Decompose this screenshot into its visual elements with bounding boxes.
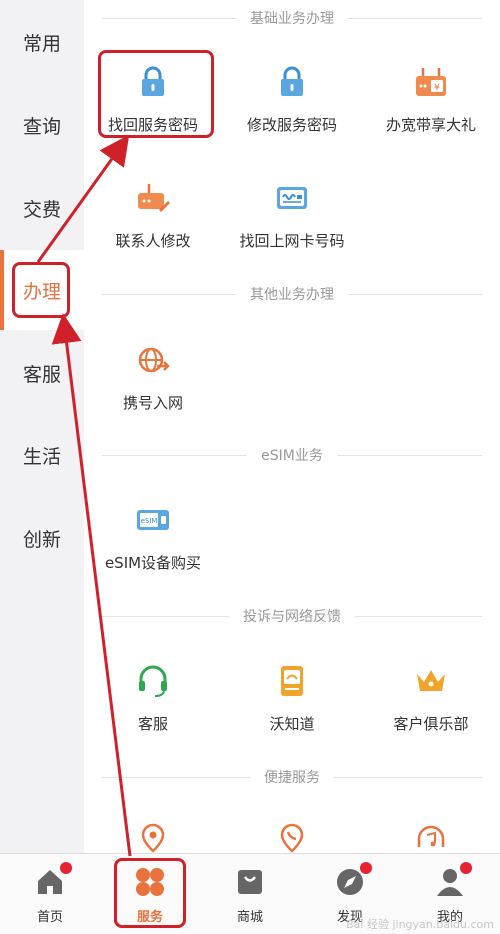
svg-text:¥: ¥ bbox=[434, 83, 440, 93]
customer-club-item[interactable]: 客户俱乐部 bbox=[362, 663, 500, 763]
change-password-item[interactable]: 修改服务密码 bbox=[223, 64, 361, 164]
tab-label: 首页 bbox=[36, 910, 63, 925]
section-title-other: 其他业务办理 bbox=[102, 282, 482, 306]
sidebar-item-label: 查询 bbox=[22, 115, 61, 138]
section-title-esim: eSIM业务 bbox=[102, 443, 482, 467]
headset-icon bbox=[139, 665, 167, 697]
item-label: 客服 bbox=[137, 715, 168, 733]
contact-edit-item[interactable]: 联系人修改 bbox=[84, 180, 222, 280]
tab-label: 商城 bbox=[236, 910, 263, 925]
esim-device-purchase-item[interactable]: eSIM eSIM设备购买 bbox=[84, 502, 222, 602]
notification-badge bbox=[360, 862, 372, 874]
tab-service[interactable]: 服务 bbox=[100, 854, 200, 934]
service-grid-icon bbox=[136, 868, 164, 896]
sidebar-item-payment[interactable]: 交费 bbox=[0, 168, 84, 248]
router-edit-icon bbox=[138, 184, 170, 212]
sidebar-item-handle[interactable]: 办理 bbox=[0, 250, 84, 330]
crown-icon bbox=[417, 670, 445, 691]
bottom-tab-bar: 首页 服务 商城 发现 我的 Bai 经验 jingyan.baidu.com bbox=[0, 853, 500, 934]
esim-card-icon: eSIM bbox=[137, 510, 169, 530]
item-label: 办宽带享大礼 bbox=[385, 116, 476, 134]
broadband-gift-item[interactable]: ¥ 办宽带享大礼 bbox=[362, 64, 500, 164]
sidebar-item-label: 创新 bbox=[22, 528, 61, 551]
document-icon bbox=[281, 666, 303, 696]
tab-mall[interactable]: 商城 bbox=[200, 854, 300, 934]
section-title-quick: 便捷服务 bbox=[102, 765, 482, 789]
wo-know-item[interactable]: 沃知道 bbox=[223, 663, 361, 763]
recover-password-item[interactable]: 找回服务密码 bbox=[84, 64, 222, 164]
item-label: 找回服务密码 bbox=[107, 116, 198, 134]
sidebar-item-life[interactable]: 生活 bbox=[0, 415, 84, 495]
sidebar-item-common[interactable]: 常用 bbox=[0, 2, 84, 82]
item-label: 沃知道 bbox=[269, 715, 315, 733]
item-label: 找回上网卡号码 bbox=[239, 232, 345, 250]
router-gift-icon: ¥ bbox=[416, 68, 446, 96]
shopping-bag-icon bbox=[238, 870, 262, 894]
tab-home[interactable]: 首页 bbox=[0, 854, 100, 934]
music-headphone-icon[interactable] bbox=[413, 823, 449, 853]
item-label: 联系人修改 bbox=[115, 232, 191, 250]
sidebar-item-label: 办理 bbox=[22, 280, 61, 303]
sidebar-item-label: 常用 bbox=[22, 32, 61, 55]
tab-label: 服务 bbox=[136, 910, 163, 925]
watermark: Bai 经验 jingyan.baidu.com bbox=[346, 918, 494, 931]
notification-badge bbox=[60, 862, 72, 874]
customer-service-item[interactable]: 客服 bbox=[84, 663, 222, 763]
sidebar-item-query[interactable]: 查询 bbox=[0, 85, 84, 165]
sidebar-item-label: 客服 bbox=[22, 363, 61, 386]
svg-text:eSIM: eSIM bbox=[141, 517, 158, 525]
item-label: eSIM设备购买 bbox=[104, 554, 202, 572]
recover-datacard-number-item[interactable]: 找回上网卡号码 bbox=[223, 180, 361, 280]
number-portability-item[interactable]: 携号入网 bbox=[84, 342, 222, 442]
lock-icon bbox=[142, 66, 164, 96]
location-pin-icon[interactable] bbox=[135, 823, 171, 853]
notification-badge bbox=[460, 862, 472, 874]
globe-transfer-icon bbox=[138, 347, 170, 373]
item-label: 携号入网 bbox=[122, 394, 183, 412]
item-label: 客户俱乐部 bbox=[393, 715, 469, 733]
sidebar-item-label: 生活 bbox=[22, 445, 61, 468]
sidebar-item-label: 交费 bbox=[22, 198, 61, 221]
section-title-feedback: 投诉与网络反馈 bbox=[102, 604, 482, 628]
section-title-basic: 基础业务办理 bbox=[102, 6, 482, 30]
item-label: 修改服务密码 bbox=[246, 116, 337, 134]
category-sidebar: 常用 查询 交费 办理 客服 生活 创新 bbox=[0, 0, 84, 853]
service-content: 基础业务办理 找回服务密码 修改服务密码 ¥ 办宽带享大礼 联系人修改 找回上网… bbox=[84, 0, 500, 853]
sidebar-item-customer-service[interactable]: 客服 bbox=[0, 333, 84, 413]
lock-icon bbox=[281, 66, 303, 96]
phone-pin-icon[interactable] bbox=[274, 823, 310, 853]
sidebar-item-innovation[interactable]: 创新 bbox=[0, 498, 84, 578]
card-icon bbox=[277, 187, 307, 209]
